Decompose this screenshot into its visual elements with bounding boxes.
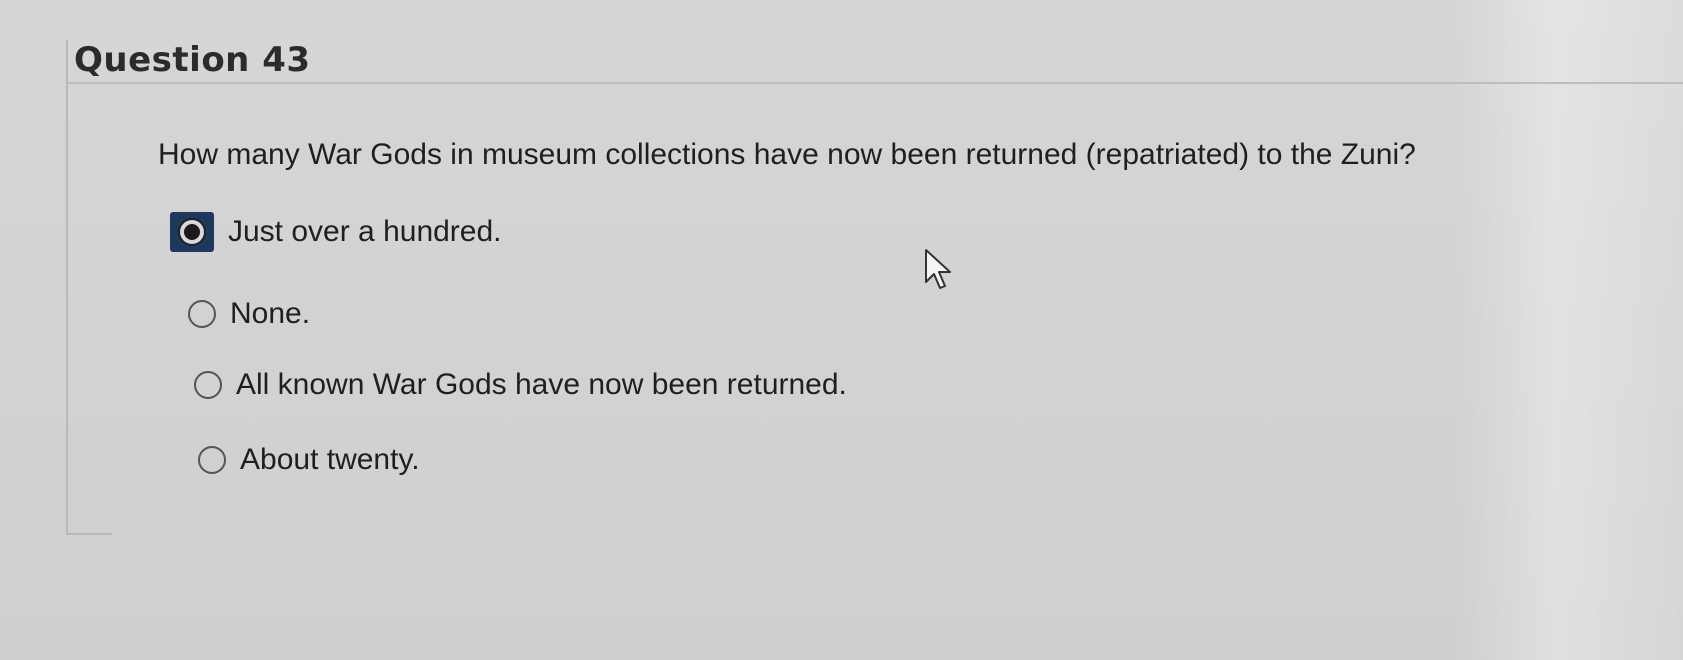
radio-button-selected[interactable] — [170, 212, 214, 252]
panel-divider — [66, 533, 112, 535]
choice-label: All known War Gods have now been returne… — [236, 368, 847, 401]
choice-label: None. — [230, 297, 311, 330]
choice-about-twenty[interactable]: About twenty. — [198, 443, 420, 477]
radio-button[interactable] — [188, 300, 216, 328]
question-title: Question 43 — [74, 40, 311, 80]
choice-label: About twenty. — [240, 443, 420, 476]
choice-none[interactable]: None. — [188, 297, 310, 331]
title-divider — [66, 82, 1683, 84]
radio-button[interactable] — [198, 446, 226, 474]
choice-just-over-a-hundred[interactable]: Just over a hundred. — [170, 212, 502, 252]
mouse-pointer-icon — [925, 249, 951, 289]
radio-dot-icon — [184, 224, 200, 240]
question-text: How many War Gods in museum collections … — [158, 138, 1416, 171]
choice-all-known-returned[interactable]: All known War Gods have now been returne… — [194, 368, 847, 402]
choice-label: Just over a hundred. — [228, 215, 502, 248]
radio-button[interactable] — [194, 371, 222, 399]
radio-selected-icon — [178, 218, 206, 246]
